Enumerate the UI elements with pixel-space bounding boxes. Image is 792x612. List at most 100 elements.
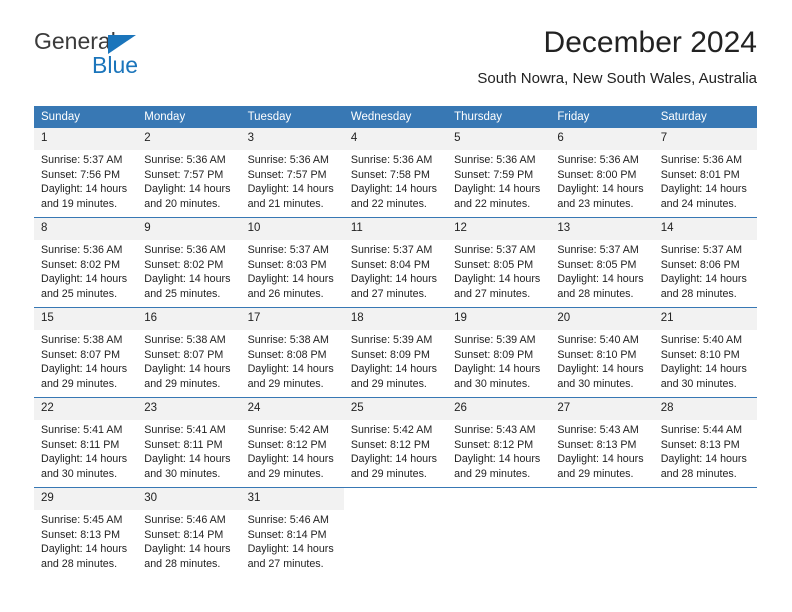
sunset-text: Sunset: 8:02 PM: [41, 258, 121, 271]
daylight-text-line2: and 27 minutes.: [247, 557, 324, 570]
sunrise-text: Sunrise: 5:38 AM: [247, 334, 329, 346]
daylight-text-line1: Daylight: 14 hours: [144, 453, 231, 466]
sunrise-text: Sunrise: 5:43 AM: [557, 424, 639, 436]
sunset-text: Sunset: 8:10 PM: [557, 348, 637, 361]
sunset-text: Sunset: 8:09 PM: [454, 348, 534, 361]
day-number: 26: [447, 398, 551, 420]
calendar-grid: Sunday Monday Tuesday Wednesday Thursday Frid…: [34, 106, 757, 577]
calendar-day-cell[interactable]: 13 Sunrise: 5:37 AM Sunset: 8:05 PM Dayligh…: [550, 217, 654, 308]
calendar-table: Sunday Monday Tuesday Wednesday Thursday Frid…: [34, 106, 757, 577]
sunrise-text: Sunrise: 5:38 AM: [41, 334, 123, 346]
calendar-day-cell[interactable]: 10 Sunrise: 5:37 AM Sunset: 8:03 PM Dayligh…: [240, 217, 344, 308]
calendar-day-cell[interactable]: 1 Sunrise: 5:37 AM Sunset: 7:56 PM Daylight…: [34, 128, 138, 218]
daylight-text-line2: and 27 minutes.: [454, 287, 531, 300]
daylight-text-line1: Daylight: 14 hours: [557, 363, 644, 376]
calendar-day-cell[interactable]: 7 Sunrise: 5:36 AM Sunset: 8:01 PM Daylight…: [653, 128, 757, 218]
day-number: 23: [137, 398, 241, 420]
day-sun-info: Sunrise: 5:41 AM Sunset: 8:11 PM Daylight:…: [34, 420, 137, 481]
day-sun-info: Sunrise: 5:36 AM Sunset: 7:57 PM Daylight:…: [241, 150, 344, 211]
calendar-day-cell[interactable]: 20 Sunrise: 5:40 AM Sunset: 8:10 PM Dayligh…: [550, 307, 654, 398]
daylight-text-line1: Daylight: 14 hours: [660, 183, 747, 196]
calendar-day-cell[interactable]: 31 Sunrise: 5:46 AM Sunset: 8:14 PM Dayligh…: [240, 487, 344, 577]
calendar-day-cell[interactable]: 3 Sunrise: 5:36 AM Sunset: 7:57 PM Daylight…: [240, 128, 344, 218]
day-number: 16: [137, 308, 241, 330]
sunrise-text: Sunrise: 5:37 AM: [660, 244, 743, 256]
calendar-day-cell[interactable]: 18 Sunrise: 5:39 AM Sunset: 8:09 PM Dayligh…: [343, 307, 448, 398]
calendar-cell-empty: [343, 487, 448, 577]
daylight-text-line2: and 30 minutes.: [41, 467, 118, 480]
daylight-text-line2: and 29 minutes.: [454, 467, 531, 480]
calendar-day-cell[interactable]: 8 Sunrise: 5:36 AM Sunset: 8:02 PM Daylight…: [34, 217, 138, 308]
daylight-text-line2: and 24 minutes.: [660, 197, 737, 210]
general-blue-logo[interactable]: General Blue: [34, 28, 274, 92]
calendar-day-cell[interactable]: 28 Sunrise: 5:44 AM Sunset: 8:13 PM Dayligh…: [653, 397, 757, 488]
calendar-day-cell[interactable]: 30 Sunrise: 5:46 AM Sunset: 8:14 PM Dayligh…: [137, 487, 241, 577]
daylight-text-line1: Daylight: 14 hours: [557, 273, 644, 286]
daylight-text-line2: and 30 minutes.: [144, 467, 221, 480]
calendar-day-cell[interactable]: 9 Sunrise: 5:36 AM Sunset: 8:02 PM Daylight…: [137, 217, 241, 308]
calendar-week-row: 8 Sunrise: 5:36 AM Sunset: 8:02 PM Daylight…: [34, 217, 757, 308]
daylight-text-line2: and 20 minutes.: [144, 197, 221, 210]
day-sun-info: Sunrise: 5:40 AM Sunset: 8:10 PM Daylight:…: [654, 330, 757, 391]
daylight-text-line1: Daylight: 14 hours: [247, 543, 334, 556]
daylight-text-line1: Daylight: 14 hours: [247, 183, 334, 196]
day-number: 1: [34, 128, 138, 150]
calendar-day-cell[interactable]: 26 Sunrise: 5:43 AM Sunset: 8:12 PM Dayligh…: [447, 397, 551, 488]
sunset-text: Sunset: 8:13 PM: [660, 438, 740, 451]
calendar-day-cell[interactable]: 11 Sunrise: 5:37 AM Sunset: 8:04 PM Dayligh…: [343, 217, 448, 308]
calendar-day-cell[interactable]: 24 Sunrise: 5:42 AM Sunset: 8:12 PM Dayligh…: [240, 397, 344, 488]
daylight-text-line2: and 21 minutes.: [247, 197, 324, 210]
weekday-header-tuesday: Tuesday: [240, 106, 344, 128]
sunrise-text: Sunrise: 5:36 AM: [41, 244, 123, 256]
day-number: 20: [550, 308, 654, 330]
day-sun-info: Sunrise: 5:45 AM Sunset: 8:13 PM Daylight:…: [34, 510, 137, 571]
calendar-cell-empty: [550, 487, 654, 577]
sunrise-text: Sunrise: 5:43 AM: [454, 424, 536, 436]
daylight-text-line2: and 26 minutes.: [247, 287, 324, 300]
day-number: 5: [447, 128, 551, 150]
weekday-header-sunday: Sunday: [34, 106, 138, 128]
calendar-day-cell[interactable]: 25 Sunrise: 5:42 AM Sunset: 8:12 PM Dayligh…: [343, 397, 448, 488]
day-sun-info: Sunrise: 5:37 AM Sunset: 8:05 PM Daylight:…: [550, 240, 653, 301]
sunrise-text: Sunrise: 5:36 AM: [660, 154, 743, 166]
sunset-text: Sunset: 8:01 PM: [660, 168, 740, 181]
calendar-week-row: 29 Sunrise: 5:45 AM Sunset: 8:13 PM Dayligh…: [34, 487, 757, 577]
sunrise-text: Sunrise: 5:40 AM: [660, 334, 743, 346]
calendar-day-cell[interactable]: 4 Sunrise: 5:36 AM Sunset: 7:58 PM Daylight…: [343, 128, 448, 218]
sunset-text: Sunset: 8:09 PM: [350, 348, 430, 361]
calendar-day-cell[interactable]: 27 Sunrise: 5:43 AM Sunset: 8:13 PM Dayligh…: [550, 397, 654, 488]
calendar-day-cell[interactable]: 14 Sunrise: 5:37 AM Sunset: 8:06 PM Dayligh…: [653, 217, 757, 308]
day-number: 24: [240, 398, 344, 420]
day-number: 27: [550, 398, 654, 420]
sunset-text: Sunset: 7:57 PM: [247, 168, 327, 181]
daylight-text-line2: and 25 minutes.: [41, 287, 118, 300]
day-sun-info: Sunrise: 5:37 AM Sunset: 8:05 PM Daylight:…: [447, 240, 550, 301]
sunrise-text: Sunrise: 5:45 AM: [41, 514, 123, 526]
calendar-day-cell[interactable]: 16 Sunrise: 5:38 AM Sunset: 8:07 PM Dayligh…: [137, 307, 241, 398]
sunrise-text: Sunrise: 5:37 AM: [454, 244, 536, 256]
calendar-day-cell[interactable]: 22 Sunrise: 5:41 AM Sunset: 8:11 PM Dayligh…: [34, 397, 138, 488]
calendar-day-cell[interactable]: 12 Sunrise: 5:37 AM Sunset: 8:05 PM Dayligh…: [447, 217, 551, 308]
daylight-text-line2: and 30 minutes.: [454, 377, 531, 390]
daylight-text-line1: Daylight: 14 hours: [557, 183, 644, 196]
calendar-day-cell[interactable]: 15 Sunrise: 5:38 AM Sunset: 8:07 PM Dayligh…: [34, 307, 138, 398]
sunrise-text: Sunrise: 5:36 AM: [350, 154, 433, 166]
daylight-text-line1: Daylight: 14 hours: [454, 183, 541, 196]
daylight-text-line2: and 22 minutes.: [350, 197, 427, 210]
calendar-day-cell[interactable]: 19 Sunrise: 5:39 AM Sunset: 8:09 PM Dayligh…: [447, 307, 551, 398]
daylight-text-line1: Daylight: 14 hours: [144, 363, 231, 376]
calendar-day-cell[interactable]: 23 Sunrise: 5:41 AM Sunset: 8:11 PM Dayligh…: [137, 397, 241, 488]
calendar-day-cell[interactable]: 17 Sunrise: 5:38 AM Sunset: 8:08 PM Dayligh…: [240, 307, 344, 398]
calendar-day-cell[interactable]: 6 Sunrise: 5:36 AM Sunset: 8:00 PM Daylight…: [550, 128, 654, 218]
calendar-day-cell[interactable]: 21 Sunrise: 5:40 AM Sunset: 8:10 PM Dayligh…: [653, 307, 757, 398]
page-subtitle: South Nowra, New South Wales, Australia: [477, 70, 757, 87]
sunrise-text: Sunrise: 5:36 AM: [454, 154, 536, 166]
calendar-day-cell[interactable]: 2 Sunrise: 5:36 AM Sunset: 7:57 PM Daylight…: [137, 128, 241, 218]
calendar-day-cell[interactable]: 5 Sunrise: 5:36 AM Sunset: 7:59 PM Daylight…: [447, 128, 551, 218]
calendar-body: 1 Sunrise: 5:37 AM Sunset: 7:56 PM Daylight…: [34, 128, 757, 577]
weekday-header-saturday: Saturday: [653, 106, 757, 128]
day-sun-info: Sunrise: 5:38 AM Sunset: 8:08 PM Daylight:…: [241, 330, 344, 391]
calendar-day-cell[interactable]: 29 Sunrise: 5:45 AM Sunset: 8:13 PM Dayligh…: [34, 487, 138, 577]
day-number: 6: [550, 128, 654, 150]
daylight-text-line2: and 29 minutes.: [247, 377, 324, 390]
